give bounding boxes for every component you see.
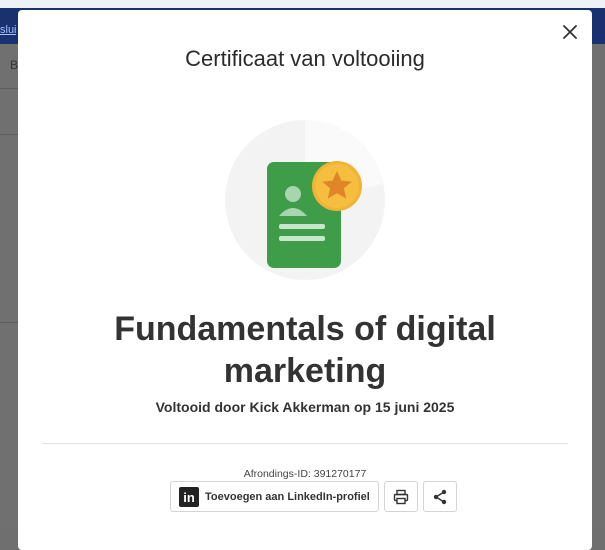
add-to-linkedin-label: Toevoegen aan LinkedIn-profiel xyxy=(205,490,370,503)
action-bar: in Toevoegen aan LinkedIn-profiel xyxy=(170,481,457,513)
certificate-badge-icon xyxy=(223,118,387,282)
background-text-fragment: B xyxy=(10,58,18,72)
course-title: Fundamentals of digital marketing xyxy=(114,310,496,390)
background-divider xyxy=(0,134,18,135)
completion-line: Voltooid door Kick Akkerman op 15 juni 2… xyxy=(155,399,455,415)
share-icon xyxy=(433,489,447,504)
divider xyxy=(42,443,568,444)
modal-title: Certificaat van voltooiing xyxy=(185,46,425,71)
background-divider xyxy=(0,322,18,323)
background-link: slui xyxy=(0,24,16,36)
add-to-linkedin-button[interactable]: in Toevoegen aan LinkedIn-profiel xyxy=(170,481,379,512)
share-button[interactable] xyxy=(422,481,457,512)
browser-top-strip xyxy=(0,0,605,8)
completion-id: Afrondings-ID: 391270177 xyxy=(243,468,367,480)
background-divider xyxy=(0,88,18,89)
print-button[interactable] xyxy=(383,481,418,512)
close-button[interactable] xyxy=(556,18,584,46)
close-icon xyxy=(563,25,577,39)
print-icon xyxy=(393,489,409,504)
linkedin-icon: in xyxy=(179,486,199,507)
certificate-modal: Certificaat van voltooiing Fundamentals … xyxy=(18,10,592,550)
